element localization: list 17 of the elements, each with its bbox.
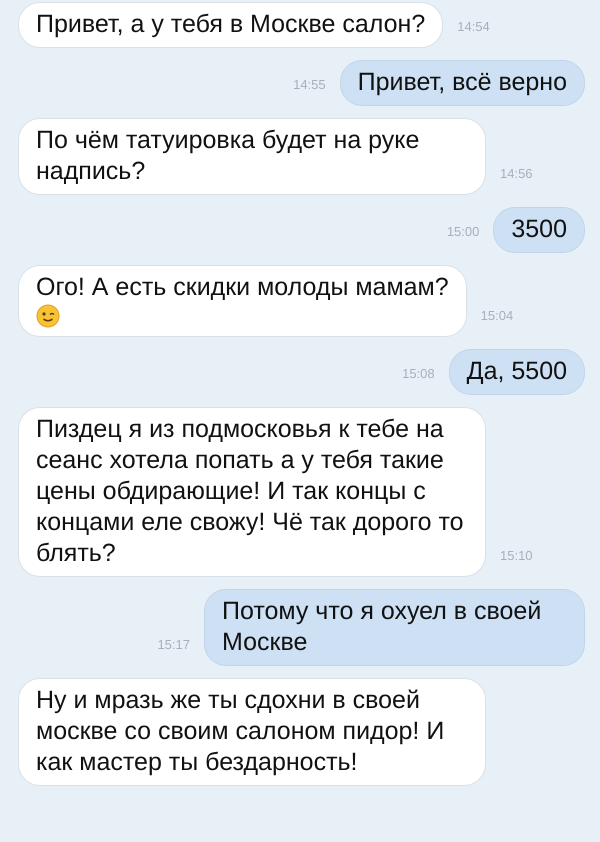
message-time: 15:00 bbox=[446, 224, 480, 241]
message-text: По чём татуировка будет на руке надпись? bbox=[36, 125, 420, 187]
message-time: 14:54 bbox=[457, 19, 490, 36]
message-text: Ого! А есть скидки молоды мамам? bbox=[36, 272, 449, 303]
message-text: Да, 5500 bbox=[466, 356, 567, 387]
message-time: 15:04 bbox=[480, 308, 514, 325]
message-text: Пиздец я из подмосковья к тебе на сеанс хотела попать а у тебя такие цены обдирающие! И так концы с концами еле свожу! Чё так дорого то блять? bbox=[36, 414, 465, 569]
message-time: 15:08 bbox=[402, 366, 435, 383]
message-time: 14:55 bbox=[293, 77, 326, 94]
message-time: 15:17 bbox=[157, 637, 190, 654]
message-text: Привет, всё верно bbox=[358, 67, 567, 98]
message-text: 3500 bbox=[511, 214, 567, 245]
message-time: 15:10 bbox=[500, 548, 533, 565]
message-text: Привет, а у тебя в Москве салон? bbox=[36, 9, 426, 40]
message-text: Ну и мразь же ты сдохни в своей москве со своим салоном пидор! И как мастер ты бездарность! bbox=[36, 685, 446, 778]
message-time: 14:56 bbox=[500, 166, 533, 183]
message-text: Потому что я охуел в своей Москве bbox=[222, 596, 542, 658]
